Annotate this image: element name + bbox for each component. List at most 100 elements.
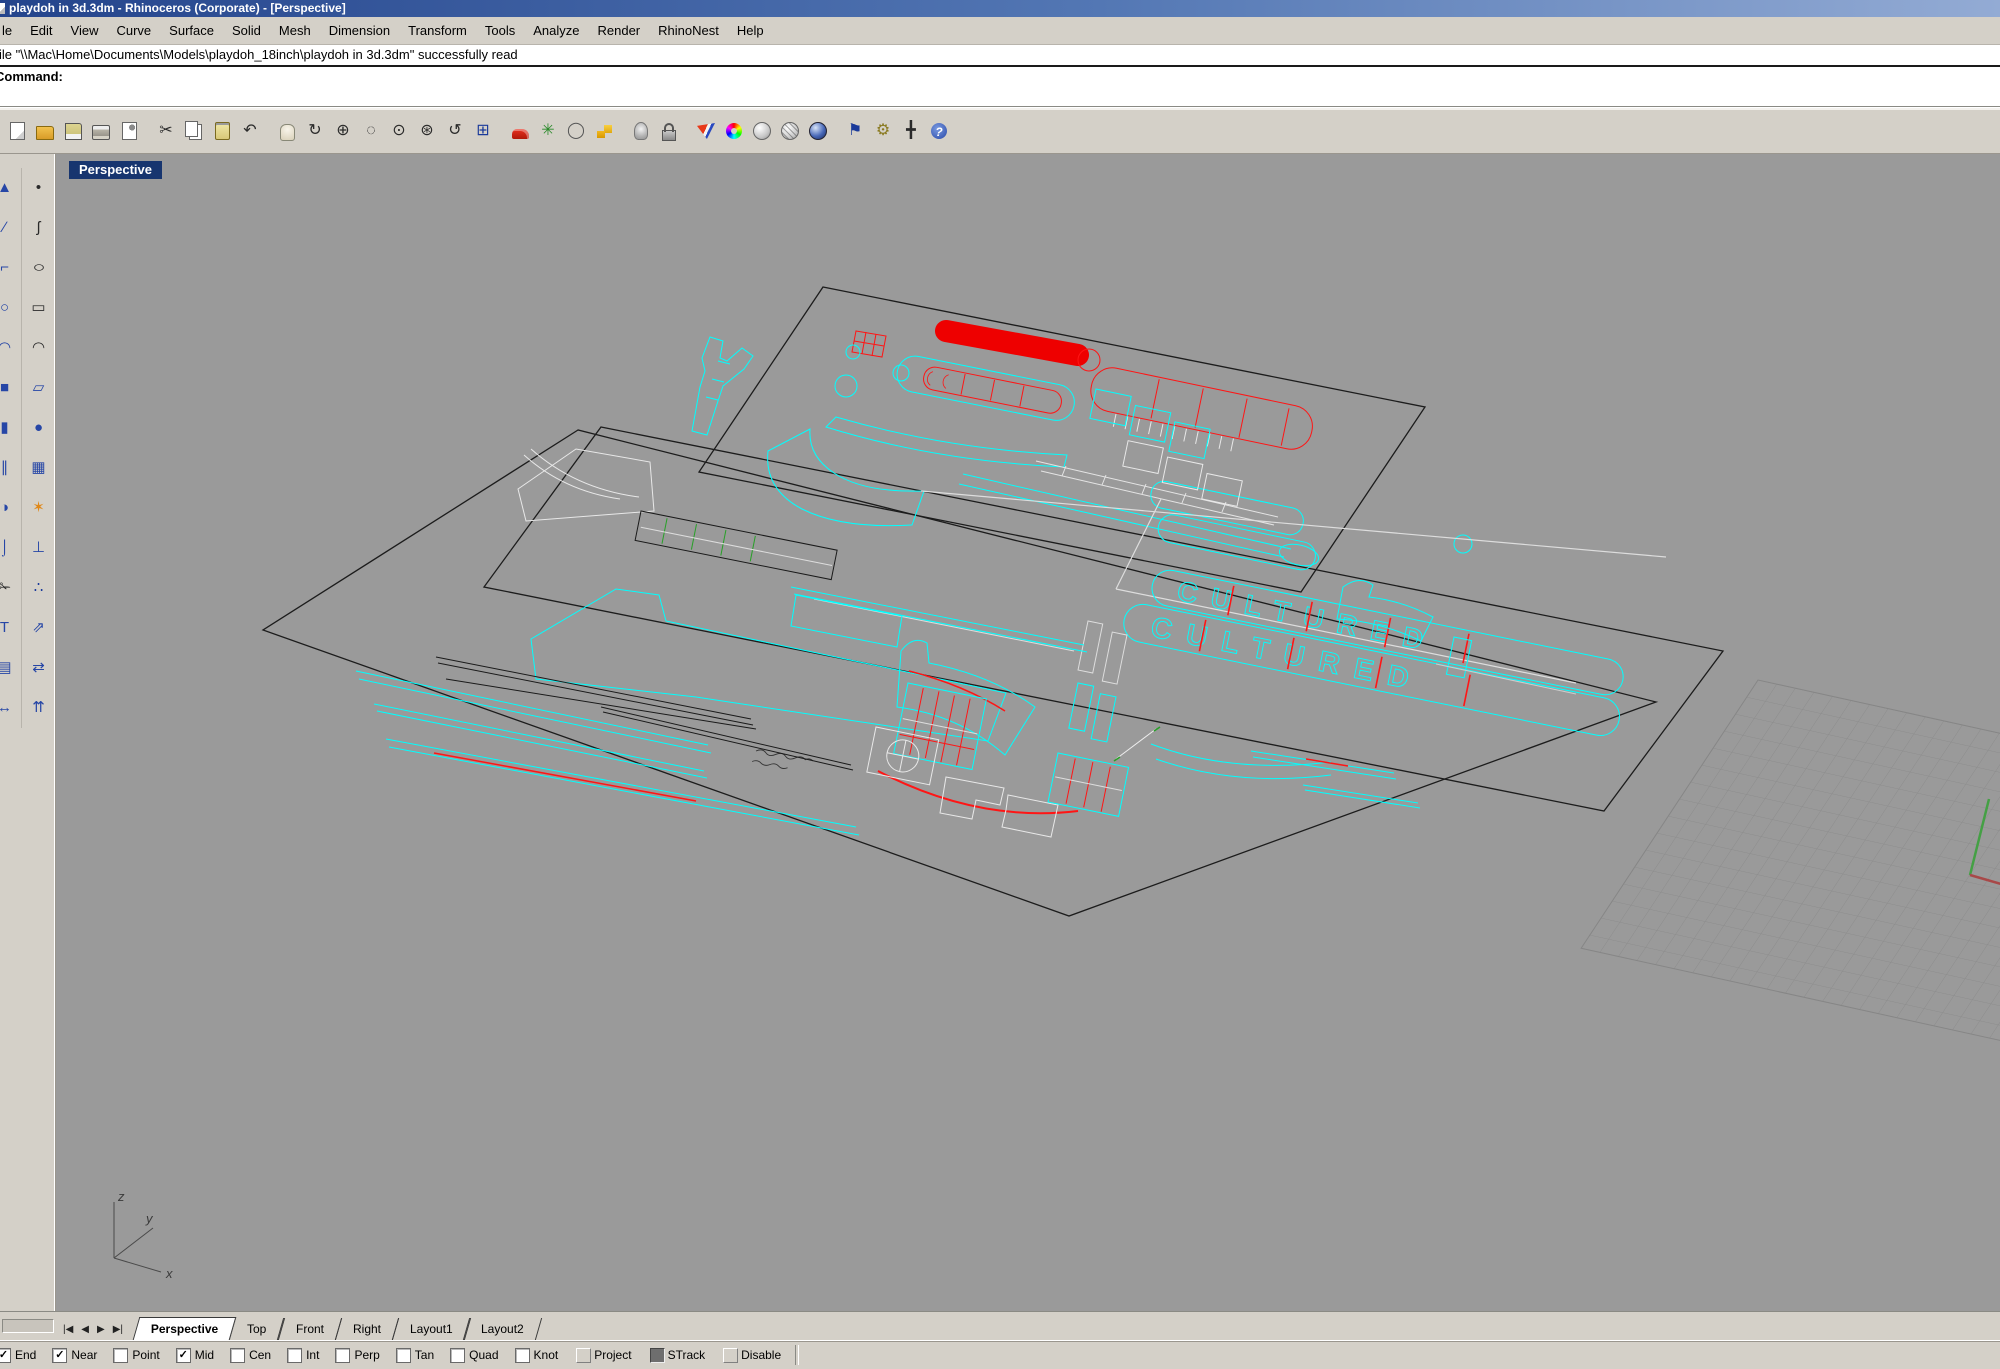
color-wheel-icon[interactable] <box>720 117 748 145</box>
tab-nav-first[interactable]: |◀ <box>60 1324 76 1335</box>
trim-icon[interactable]: ✁ <box>0 568 20 608</box>
part-thin-strips-right[interactable] <box>1251 751 1420 808</box>
fillet-icon[interactable]: ⌡ <box>0 528 20 568</box>
part-white-verticals[interactable] <box>1077 621 1128 684</box>
extrude-icon[interactable]: ⇈ <box>24 688 54 728</box>
bottom-sheet-parts[interactable] <box>356 511 1420 837</box>
viewport-layout-icon[interactable]: ⊞ <box>469 117 497 145</box>
lock-icon[interactable] <box>655 117 683 145</box>
tab-front[interactable]: Front <box>278 1318 342 1340</box>
menu-view[interactable]: View <box>62 17 108 44</box>
zoom-icon[interactable]: ⊕ <box>329 117 357 145</box>
tab-layout1[interactable]: Layout1 <box>392 1318 471 1340</box>
tab-right[interactable]: Right <box>335 1318 399 1340</box>
tab-layout2[interactable]: Layout2 <box>463 1318 542 1340</box>
options-gear-icon[interactable]: ⚙ <box>869 117 897 145</box>
print-icon[interactable] <box>87 117 115 145</box>
point-icon[interactable]: • <box>24 168 54 208</box>
point-cloud-icon[interactable]: ∴ <box>24 568 54 608</box>
menu-tools[interactable]: Tools <box>476 17 524 44</box>
part-strip-rect[interactable] <box>791 595 902 647</box>
osnap-knot[interactable]: Knot <box>515 1348 559 1363</box>
menu-analyze[interactable]: Analyze <box>524 17 588 44</box>
pipe-icon[interactable]: ∥ <box>0 448 20 488</box>
osnap-mid[interactable]: ✓Mid <box>176 1348 214 1363</box>
osnap-cen-checkbox[interactable] <box>230 1348 245 1363</box>
osnap-strack-box[interactable] <box>650 1348 665 1363</box>
perspective-viewport[interactable]: Perspective <box>56 154 2000 1311</box>
tab-nav-next[interactable]: ▶ <box>94 1324 108 1335</box>
osnap-near-checkbox[interactable]: ✓ <box>52 1348 67 1363</box>
save-icon[interactable] <box>59 117 87 145</box>
circle-icon[interactable]: ○ <box>0 288 20 328</box>
title-bar[interactable]: playdoh in 3d.3dm - Rhinoceros (Corporat… <box>0 0 2000 17</box>
part-circle-small-2[interactable] <box>893 365 909 381</box>
part-curved-band[interactable] <box>826 417 1067 467</box>
part-rect-trios[interactable] <box>1078 389 1254 506</box>
tab-nav-last[interactable]: ▶| <box>110 1324 126 1335</box>
sheet-top-outline[interactable] <box>699 287 1425 592</box>
menu-transform[interactable]: Transform <box>399 17 476 44</box>
explode-icon[interactable]: ✶ <box>24 488 54 528</box>
block-icon[interactable]: ▤ <box>0 648 20 688</box>
menu-help[interactable]: Help <box>728 17 773 44</box>
tab-top[interactable]: Top <box>229 1318 285 1340</box>
part-y-piece[interactable] <box>692 337 753 435</box>
arc-icon[interactable]: ◠ <box>0 328 20 368</box>
transform-icon[interactable]: ⇄ <box>24 648 54 688</box>
top-sheet-parts[interactable] <box>692 331 1472 572</box>
osnap-near[interactable]: ✓Near <box>52 1348 97 1363</box>
rotate-view-icon[interactable]: ↻ <box>301 117 329 145</box>
ghosted-view-icon[interactable] <box>776 117 804 145</box>
osnap-quad[interactable]: Quad <box>450 1348 498 1363</box>
viewport-canvas[interactable]: CULTURED CULTURED <box>56 159 2000 1311</box>
part-long-strips[interactable] <box>356 657 859 835</box>
surface-patch-icon[interactable]: ▱ <box>24 368 54 408</box>
part-green-grid-rect[interactable] <box>635 511 837 580</box>
osnap-point[interactable]: Point <box>113 1348 159 1363</box>
part-upper-strips[interactable] <box>791 587 1087 652</box>
menu-rhinonest[interactable]: RhinoNest <box>649 17 728 44</box>
paste-icon[interactable] <box>208 117 236 145</box>
part-circle-right[interactable] <box>1454 535 1472 553</box>
sphere-icon[interactable]: ● <box>24 408 54 448</box>
flag-icon[interactable]: ⚑ <box>841 117 869 145</box>
menu-mesh[interactable]: Mesh <box>270 17 320 44</box>
viewport-title[interactable]: Perspective <box>69 161 162 179</box>
osnap-cen[interactable]: Cen <box>230 1348 271 1363</box>
menu-dimension[interactable]: Dimension <box>320 17 399 44</box>
rectangle-icon[interactable]: ▭ <box>24 288 54 328</box>
part-circle-medium[interactable] <box>835 375 857 397</box>
sheet-middle-outline[interactable] <box>484 427 1723 811</box>
osnap-knot-checkbox[interactable] <box>515 1348 530 1363</box>
part-cyan-ruler[interactable] <box>894 353 1078 424</box>
osnap-perp[interactable]: Perp <box>335 1348 379 1363</box>
cut-icon[interactable]: ✂ <box>152 117 180 145</box>
lightbulb-icon[interactable] <box>627 117 655 145</box>
menu-solid[interactable]: Solid <box>223 17 270 44</box>
polyline-icon[interactable]: ⌐ <box>0 248 20 288</box>
page-preview-icon[interactable] <box>115 117 143 145</box>
zoom-selected-icon[interactable]: ⊙ <box>385 117 413 145</box>
command-prompt[interactable]: Command: <box>0 67 2000 107</box>
part-red-grid-square[interactable] <box>852 331 886 357</box>
tab-perspective[interactable]: Perspective <box>133 1317 237 1340</box>
open-file-icon[interactable] <box>31 117 59 145</box>
osnap-perp-checkbox[interactable] <box>335 1348 350 1363</box>
part-target-square[interactable] <box>867 727 939 785</box>
part-red-divided-bar[interactable] <box>1087 364 1316 453</box>
osnap-quad-checkbox[interactable] <box>450 1348 465 1363</box>
circle-tangent-icon[interactable]: ◯ <box>562 117 590 145</box>
osnap-disable-box[interactable] <box>723 1348 738 1363</box>
ellipse-icon[interactable]: ○ <box>24 248 54 288</box>
boolean-icon[interactable]: ◑ <box>0 488 20 528</box>
text-icon[interactable]: T <box>0 608 20 648</box>
osnap-disable-button[interactable]: Disable <box>723 1348 781 1363</box>
osnap-strack-button[interactable]: STrack <box>650 1348 706 1363</box>
new-file-icon[interactable] <box>3 117 31 145</box>
osnap-end[interactable]: ✓End <box>0 1348 36 1363</box>
menu-render[interactable]: Render <box>588 17 649 44</box>
osnap-point-checkbox[interactable] <box>113 1348 128 1363</box>
menu-curve[interactable]: Curve <box>107 17 160 44</box>
osnap-project-button[interactable]: Project <box>576 1348 631 1363</box>
